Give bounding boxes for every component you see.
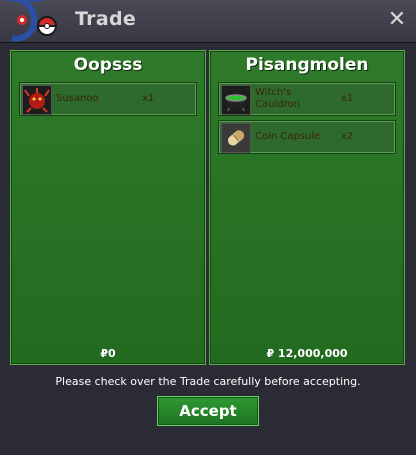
accept-button[interactable]: Accept bbox=[157, 396, 259, 426]
trade-panel-right: Pisangmolen Witch's Cauldron x1 Coin Cap… bbox=[209, 50, 405, 365]
trade-notice: Please check over the Trade carefully be… bbox=[55, 375, 361, 388]
trade-item[interactable]: Witch's Cauldron x1 bbox=[218, 82, 396, 116]
cauldron-icon bbox=[221, 85, 251, 115]
window-title: Trade bbox=[75, 8, 137, 30]
player-name-left: Oopsss bbox=[73, 55, 143, 75]
item-quantity: x2 bbox=[341, 131, 354, 142]
trade-window: Trade ✕ Oopsss Susanoo x1 ₽0 Pisangmolen bbox=[0, 0, 416, 455]
trade-item[interactable]: Coin Capsule x2 bbox=[218, 120, 396, 154]
item-name: Coin Capsule bbox=[255, 131, 321, 142]
item-name: Witch's Cauldron bbox=[255, 87, 300, 110]
item-quantity: x1 bbox=[341, 93, 354, 104]
item-name: Susanoo bbox=[56, 93, 99, 104]
money-offer-left: ₽0 bbox=[100, 347, 116, 360]
close-icon[interactable]: ✕ bbox=[386, 8, 408, 32]
title-bar[interactable]: Trade ✕ bbox=[0, 0, 416, 43]
item-quantity: x1 bbox=[142, 93, 155, 104]
red-creature-icon bbox=[22, 85, 52, 115]
coin-capsule-icon bbox=[221, 123, 251, 153]
trade-panel-left: Oopsss Susanoo x1 ₽0 bbox=[10, 50, 206, 365]
pokeball-logo-icon bbox=[6, 0, 58, 42]
money-offer-right: ₽ 12,000,000 bbox=[266, 347, 348, 360]
trade-item[interactable]: Susanoo x1 bbox=[19, 82, 197, 116]
player-name-right: Pisangmolen bbox=[245, 55, 369, 75]
